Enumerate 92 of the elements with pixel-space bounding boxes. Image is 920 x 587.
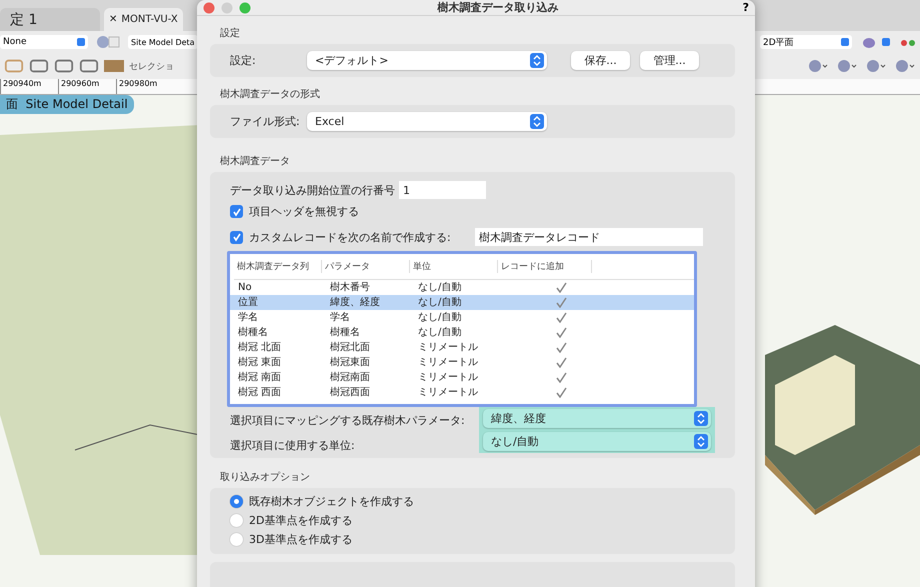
table-cell-text: 樹冠東面 (330, 356, 371, 370)
radio-button[interactable] (230, 533, 243, 546)
table-cell-text: 樹冠 西面 (238, 386, 282, 400)
document-tab[interactable]: 定 1 (0, 8, 100, 31)
table-cell-text: 位置 (238, 296, 259, 310)
tool-icon[interactable] (4, 57, 24, 75)
table-cell-text: ミリメートル (418, 341, 479, 355)
table-cell-text: 樹冠 南面 (238, 370, 282, 385)
table-row[interactable]: 樹冠 西面 樹冠西面 ミリメートル (230, 385, 694, 400)
table-cell-text: 樹木番号 (330, 280, 371, 295)
radio-label: 既存樹木オブジェクトを作成する (249, 494, 414, 509)
table-row[interactable]: 学名 学名 なし/自動 (230, 310, 694, 325)
radio-button[interactable] (230, 514, 243, 527)
checkmark-icon[interactable] (556, 342, 567, 353)
table-cell-text: 樹冠 北面 (238, 340, 282, 355)
section-heading: 樹木調査データの形式 (220, 88, 321, 101)
table-row[interactable]: 位置 緯度、経度 なし/自動 (230, 295, 694, 310)
checkmark-icon[interactable] (556, 357, 567, 368)
dialog-button[interactable]: 管理... (640, 51, 699, 70)
table-cell-text: なし/自動 (418, 281, 462, 295)
ruler-label: 290960m (58, 79, 116, 94)
tool-icon[interactable] (54, 57, 74, 75)
checkbox-label: カスタムレコードを次の名前で作成する: (249, 230, 452, 244)
record-name-field[interactable]: 樹木調査データレコード (475, 228, 703, 246)
checkmark-icon[interactable] (556, 327, 567, 338)
field-label: 選択項目に使用する単位: (230, 438, 356, 452)
help-button[interactable]: ? (742, 1, 749, 14)
table-cell-text: なし/自動 (418, 311, 462, 325)
table-cell-text: なし/自動 (418, 296, 462, 310)
tool-icon[interactable] (79, 57, 99, 75)
checkbox[interactable] (230, 230, 243, 244)
table-row[interactable]: 樹冠 北面 樹冠北面 ミリメートル (230, 340, 694, 355)
table-cell-text: No (238, 281, 253, 295)
table-row[interactable]: 樹冠 東面 樹冠東面 ミリメートル (230, 355, 694, 370)
settings-dropdown[interactable]: <デフォルト> (307, 51, 547, 70)
view-dropdown[interactable]: 2D平面 (760, 35, 852, 49)
ruler-label: 290940m (0, 79, 58, 94)
class-dropdown[interactable]: None (0, 35, 88, 49)
checkmark-icon[interactable] (556, 312, 567, 323)
column-header[interactable]: レコードに追加 (498, 260, 592, 273)
stepper-icon (530, 53, 544, 68)
window-controls-icon[interactable] (203, 2, 253, 14)
radio-label: 2D基準点を作成する (249, 513, 352, 528)
stepper-icon (530, 114, 544, 129)
table-cell-text: 学名 (330, 311, 351, 325)
checkmark-icon[interactable] (556, 297, 567, 308)
checkmark-icon[interactable] (556, 387, 567, 398)
table-row[interactable]: No 樹木番号 なし/自動 (230, 280, 694, 295)
stepper-icon (694, 411, 708, 426)
table-cell-text: 樹冠南面 (330, 370, 371, 385)
table-row[interactable]: 樹冠 南面 樹冠南面 ミリメートル (230, 370, 694, 385)
stepper-icon (694, 434, 708, 449)
table-cell-text: 樹種名 (330, 326, 361, 340)
section-heading: 取り込みオプション (220, 470, 311, 484)
table-cell-text: 緯度、経度 (330, 296, 381, 310)
checkmark-icon[interactable] (556, 372, 567, 383)
field-label: 設定: (230, 53, 257, 68)
radio-button[interactable] (230, 495, 243, 508)
ruler-label: 290980m (116, 79, 174, 94)
table-cell-text: なし/自動 (418, 326, 462, 340)
table-cell-text: 樹冠北面 (330, 340, 371, 355)
column-header[interactable]: 単位 (410, 260, 498, 273)
section-heading: 設定 (220, 26, 241, 40)
table-cell-text: ミリメートル (418, 371, 479, 385)
table-cell-text: 樹冠 東面 (238, 356, 282, 370)
checkbox-label: 項目ヘッダを無視する (249, 204, 359, 219)
start-row-field[interactable]: 1 (399, 181, 486, 199)
table-cell-text: ミリメートル (418, 386, 479, 400)
field-label: 選択項目にマッピングする既存樹木パラメータ: (230, 412, 465, 428)
field-label: ファイル形式: (230, 114, 297, 129)
table-cell-text: 樹冠西面 (330, 386, 371, 400)
viewport-label: 面 Site Model Detail (0, 95, 134, 114)
table-cell-text: 樹種名 (238, 326, 269, 340)
section-heading: 樹木調査データ (220, 154, 291, 168)
column-header[interactable]: パラメータ (322, 260, 410, 273)
table-cell-text: ミリメートル (418, 356, 479, 370)
layer-field[interactable]: Site Model Deta (128, 35, 198, 49)
checkmark-icon[interactable] (556, 282, 567, 293)
field-label: データ取り込み開始位置の行番号 (230, 182, 395, 198)
mapping-dropdown[interactable]: 緯度、経度 (483, 409, 711, 428)
mapping-dropdown[interactable]: なし/自動 (483, 432, 711, 451)
toolbar-label: セレクショ (129, 60, 174, 72)
document-tab[interactable]: ✕ MONT-VU-X (104, 8, 183, 31)
format-dropdown[interactable]: Excel (307, 112, 547, 131)
tool-icon[interactable] (29, 57, 49, 75)
table-cell-text: 学名 (238, 311, 259, 325)
checkbox[interactable] (230, 205, 243, 218)
column-header[interactable]: 樹木調査データ列 (234, 260, 322, 273)
dialog-button[interactable]: 保存... (571, 51, 630, 70)
radio-label: 3D基準点を作成する (249, 532, 352, 547)
window-title: 樹木調査データ取り込み (436, 0, 560, 15)
table-row[interactable]: 樹種名 樹種名 なし/自動 (230, 325, 694, 340)
